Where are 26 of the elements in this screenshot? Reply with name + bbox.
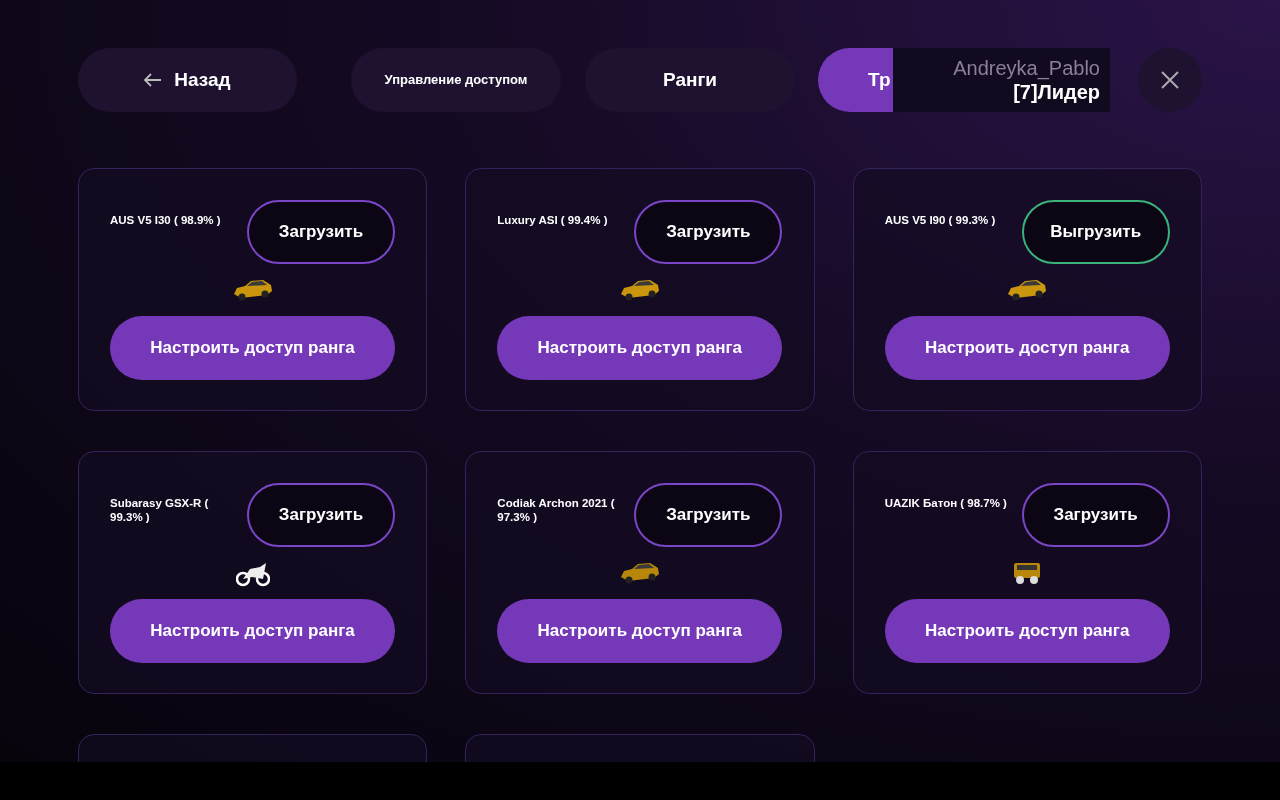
load-button[interactable]: Загрузить — [247, 483, 395, 547]
rank-access-button[interactable]: Настроить доступ ранга — [497, 316, 783, 380]
vehicle-name: Subarasy GSX-R ( 99.3% ) — [110, 496, 210, 524]
load-button[interactable]: Загрузить — [634, 200, 783, 264]
vehicle-name: AUS V5 I90 ( 99.3% ) — [884, 213, 997, 227]
rank-access-button[interactable]: Настроить доступ ранга — [110, 599, 395, 663]
close-icon — [1161, 71, 1179, 89]
load-button[interactable]: Загрузить — [1021, 483, 1170, 547]
vehicle-name: Luxury ASI ( 99.4% ) — [497, 213, 609, 227]
rank-access-button[interactable]: Настроить доступ ранга — [497, 599, 783, 663]
user-name: Andreyka_Pablo — [953, 56, 1100, 80]
arrow-left-icon — [144, 73, 163, 87]
tab[interactable]: Ранги — [585, 48, 795, 112]
tab[interactable]: Тр — [818, 48, 893, 112]
rank-access-button[interactable]: Настроить доступ ранга — [884, 599, 1170, 663]
load-button[interactable]: Загрузить — [634, 483, 783, 547]
tab[interactable]: Управление доступом — [351, 48, 561, 112]
user-rank: [7]Лидер — [1013, 80, 1100, 104]
rank-access-button[interactable]: Настроить доступ ранга — [884, 316, 1170, 380]
vehicle-name: UAZIK Батон ( 98.7% ) — [884, 496, 1008, 510]
load-button[interactable]: Загрузить — [247, 200, 395, 264]
unload-button[interactable]: Выгрузить — [1021, 200, 1170, 264]
vehicle-name: Codiak Archon 2021 ( 97.3% ) — [497, 496, 616, 524]
vehicle-name: AUS V5 I30 ( 98.9% ) — [110, 213, 222, 227]
back-button[interactable]: Назад — [78, 48, 297, 112]
rank-access-button[interactable]: Настроить доступ ранга — [110, 316, 395, 380]
